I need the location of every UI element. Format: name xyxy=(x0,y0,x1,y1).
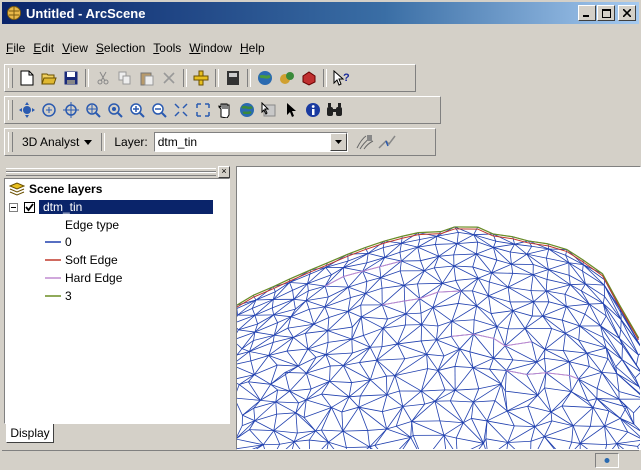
layer-dropdown[interactable]: dtm_tin xyxy=(154,132,348,152)
layer-row-dtm-tin[interactable]: dtm_tin xyxy=(9,200,213,214)
3d-scene-view[interactable] xyxy=(236,166,641,450)
scene-layers-label: Scene layers xyxy=(29,182,102,196)
open-icon[interactable] xyxy=(38,67,60,89)
toolbar-separator xyxy=(215,69,219,87)
chevron-down-icon xyxy=(84,140,92,145)
toolbar-separator xyxy=(85,69,89,87)
arcscene-window: Untitled - ArcScene File Edit View Selec… xyxy=(0,0,641,468)
tab-display[interactable]: Display xyxy=(6,424,54,443)
save-icon[interactable] xyxy=(60,67,82,89)
menu-bar: File Edit View Selection Tools Window He… xyxy=(2,38,269,58)
layer-label: Layer: xyxy=(108,135,153,149)
menu-selection[interactable]: Selection xyxy=(92,41,149,55)
layer-dropdown-value: dtm_tin xyxy=(155,135,330,149)
whats-this-icon[interactable]: ? xyxy=(330,67,352,89)
toolbar-grip[interactable] xyxy=(8,100,13,120)
arcscene-globe-icon xyxy=(6,5,22,21)
legend-line-swatch xyxy=(45,258,61,262)
navigate-icon[interactable] xyxy=(16,99,38,121)
identify-icon[interactable] xyxy=(302,99,324,121)
expand-fov-icon[interactable] xyxy=(192,99,214,121)
svg-text:?: ? xyxy=(343,72,350,84)
toc-tree: Scene layers dtm_tin Edge type 0 Soft Ed… xyxy=(4,178,230,424)
select-graphics-icon[interactable] xyxy=(258,99,280,121)
toolbar-separator xyxy=(101,133,105,151)
legend-item: 3 xyxy=(45,289,72,303)
legend-label: Hard Edge xyxy=(65,271,122,285)
3d-analyst-menu[interactable]: 3D Analyst xyxy=(16,135,98,149)
zoom-target-icon[interactable] xyxy=(82,99,104,121)
create-contour-icon[interactable] xyxy=(354,131,376,153)
chevron-down-icon[interactable] xyxy=(330,133,347,151)
status-bar xyxy=(2,450,639,468)
panel-header[interactable]: × xyxy=(4,166,232,176)
paste-icon[interactable] xyxy=(136,67,158,89)
checkbox-checked-icon[interactable] xyxy=(24,202,35,213)
legend-label: Soft Edge xyxy=(65,253,118,267)
scene-layers-icon xyxy=(9,182,25,196)
zoom-in-icon[interactable] xyxy=(126,99,148,121)
window-title: Untitled - ArcScene xyxy=(26,6,578,21)
cut-icon[interactable] xyxy=(92,67,114,89)
pan-icon[interactable] xyxy=(214,99,236,121)
globe-icon[interactable] xyxy=(276,67,298,89)
menu-window[interactable]: Window xyxy=(185,41,236,55)
standard-toolbar: ? xyxy=(4,64,416,92)
title-bar[interactable]: Untitled - ArcScene xyxy=(2,2,639,24)
menu-file[interactable]: File xyxy=(2,41,29,55)
minimize-icon[interactable] xyxy=(578,5,596,21)
toolbar-separator xyxy=(247,69,251,87)
select-pointer-icon[interactable] xyxy=(280,99,302,121)
menu-view[interactable]: View xyxy=(58,41,92,55)
legend-line-swatch xyxy=(45,240,61,244)
legend-line-swatch xyxy=(45,294,61,298)
zoom-out-icon[interactable] xyxy=(148,99,170,121)
new-icon[interactable] xyxy=(16,67,38,89)
set-observer-icon[interactable] xyxy=(104,99,126,121)
status-indicator-icon xyxy=(595,453,619,468)
toolbar-grip[interactable] xyxy=(8,132,13,152)
toolbar-separator xyxy=(183,69,187,87)
delete-icon[interactable] xyxy=(158,67,180,89)
legend-line-swatch xyxy=(45,276,61,280)
steepest-path-icon[interactable] xyxy=(376,131,398,153)
legend-label: 3 xyxy=(65,289,72,303)
close-icon[interactable] xyxy=(618,5,636,21)
add-data-icon[interactable] xyxy=(190,67,212,89)
find-icon[interactable] xyxy=(324,99,346,121)
scene-properties-icon[interactable] xyxy=(222,67,244,89)
legend-heading: Edge type xyxy=(65,218,119,232)
3d-analyst-icon[interactable] xyxy=(298,67,320,89)
menu-help[interactable]: Help xyxy=(236,41,269,55)
fly-icon[interactable] xyxy=(38,99,60,121)
maximize-icon[interactable] xyxy=(597,5,615,21)
legend-item: Hard Edge xyxy=(45,271,122,285)
toolbar-grip[interactable] xyxy=(8,68,13,88)
legend-item: Soft Edge xyxy=(45,253,118,267)
panel-grip xyxy=(6,172,216,176)
legend-label: 0 xyxy=(65,235,72,249)
full-extent-icon[interactable] xyxy=(236,99,258,121)
tools-toolbar xyxy=(4,96,441,124)
layer-name-dtm-tin[interactable]: dtm_tin xyxy=(39,200,213,214)
tin-surface xyxy=(237,167,640,449)
toolbar-separator xyxy=(323,69,327,87)
collapse-icon[interactable] xyxy=(9,203,18,212)
menu-tools[interactable]: Tools xyxy=(149,41,185,55)
3d-analyst-toolbar: 3D Analyst Layer: dtm_tin xyxy=(4,128,436,156)
center-target-icon[interactable] xyxy=(60,99,82,121)
menu-edit[interactable]: Edit xyxy=(29,41,58,55)
legend-item: 0 xyxy=(45,235,72,249)
scene-layers-root[interactable]: Scene layers xyxy=(9,182,102,196)
arc-toolbox-icon[interactable] xyxy=(254,67,276,89)
copy-icon[interactable] xyxy=(114,67,136,89)
narrow-fov-icon[interactable] xyxy=(170,99,192,121)
close-icon[interactable]: × xyxy=(218,166,230,178)
table-of-contents-panel: × Scene layers dtm_tin Edge type 0 Soft … xyxy=(4,166,232,448)
